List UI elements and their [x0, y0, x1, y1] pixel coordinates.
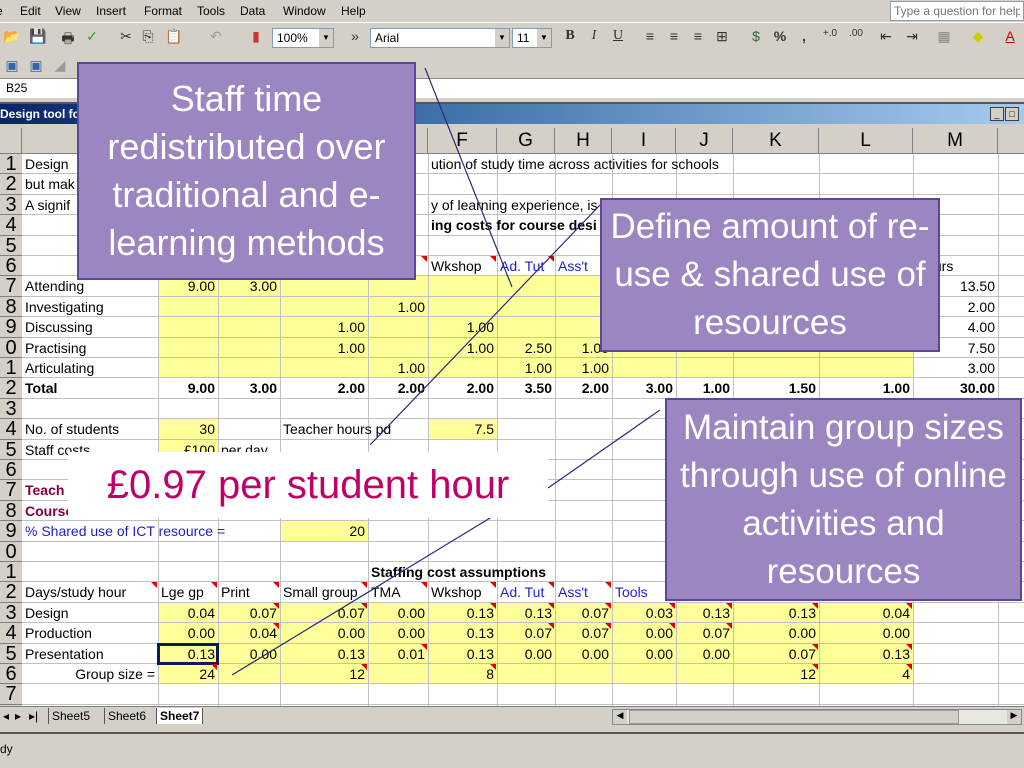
- callout-staff-time: Staff time redistributed over traditiona…: [77, 62, 416, 280]
- callout-text: Maintain group sizes through use of onli…: [680, 407, 1007, 591]
- callout-text: Define amount of re-use & shared use of …: [610, 207, 930, 342]
- callout-text: Staff time redistributed over traditiona…: [107, 78, 386, 263]
- connector-line: [547, 409, 661, 489]
- callout-define-reuse: Define amount of re-use & shared use of …: [600, 198, 940, 352]
- connector-line: [231, 514, 496, 676]
- price-per-student-hour: £0.97 per student hour: [68, 452, 548, 518]
- callout-maintain-group-sizes: Maintain group sizes through use of onli…: [665, 398, 1022, 601]
- connector-line: [424, 67, 513, 288]
